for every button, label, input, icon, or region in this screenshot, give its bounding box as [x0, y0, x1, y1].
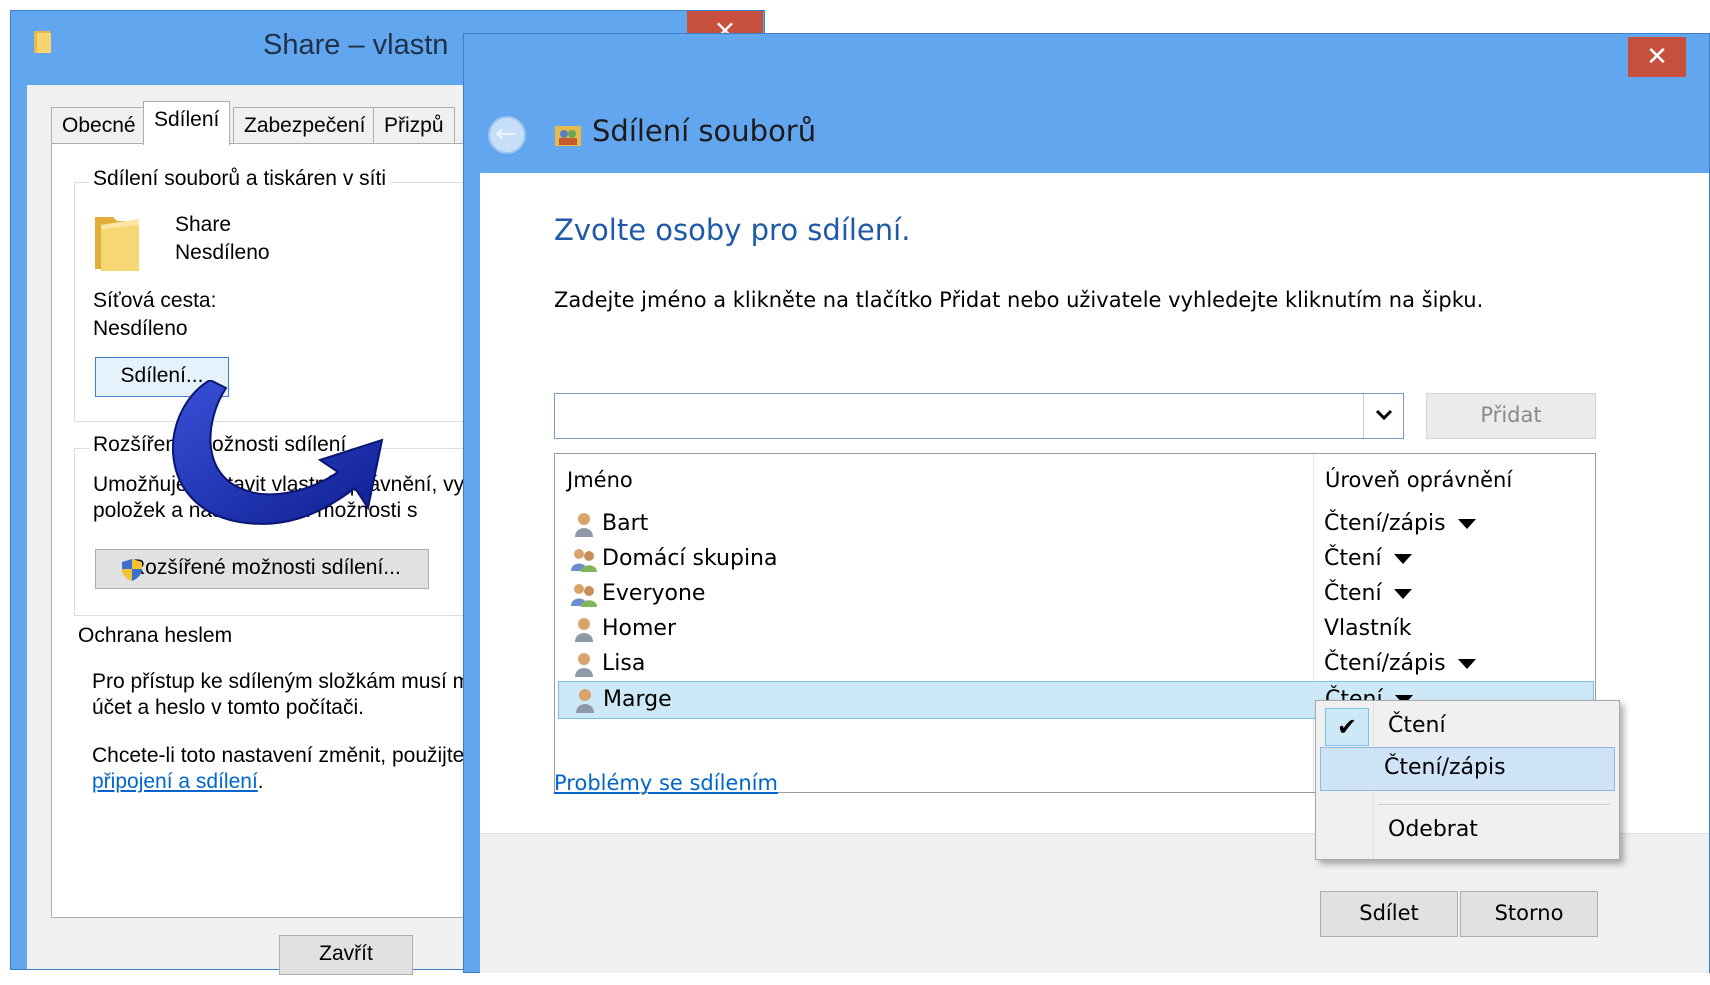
permission-label: Vlastník	[1324, 616, 1412, 641]
user-icon	[576, 689, 594, 713]
share-button[interactable]: Sdílet	[1320, 891, 1458, 937]
close-properties-button[interactable]: Zavřít	[279, 935, 413, 975]
dialog-title: Sdílení souborů	[592, 114, 817, 148]
tab-security[interactable]: Zabezpečení	[233, 107, 377, 143]
list-row-4[interactable]: Homer Vlastník	[558, 611, 1594, 649]
network-sharing-center-link[interactable]: připojení a sdílení	[92, 770, 258, 793]
link-suffix: .	[257, 770, 264, 793]
user-icon	[575, 513, 593, 537]
user-name: Lisa	[602, 651, 646, 676]
list-row-5[interactable]: Lisa Čtení/zápis	[558, 646, 1594, 684]
window-title: Share – vlastn	[263, 29, 449, 61]
permission-level[interactable]: Čtení/zápis	[1324, 511, 1476, 536]
permission-level: Vlastník	[1324, 616, 1412, 641]
curved-arrow-icon	[172, 380, 384, 525]
dropdown-triangle-icon[interactable]	[1457, 659, 1476, 669]
group-title: Ochrana heslem	[74, 624, 237, 648]
permission-label: Čtení/zápis	[1324, 511, 1446, 536]
checkmark-icon: ✔	[1325, 708, 1369, 746]
permission-level[interactable]: Čtení	[1324, 546, 1412, 571]
user-name: Everyone	[602, 581, 706, 606]
tab-general[interactable]: Obecné	[51, 107, 147, 143]
dialog-heading: Zvolte osoby pro sdílení.	[554, 213, 911, 247]
add-button[interactable]: Přidat	[1426, 393, 1596, 439]
list-row-2[interactable]: Domácí skupina Čtení	[558, 541, 1594, 579]
dropdown-triangle-icon[interactable]	[1393, 589, 1412, 599]
folder-large-icon	[95, 217, 139, 271]
sharing-wizard-icon	[555, 126, 581, 146]
user-name: Marge	[603, 687, 672, 712]
user-icon	[575, 618, 593, 642]
column-header-name[interactable]: Jméno	[555, 454, 645, 506]
close-button[interactable]: ✕	[1628, 37, 1686, 77]
network-path-value: Nesdíleno	[93, 317, 188, 340]
tab-sharing[interactable]: Sdílení	[143, 101, 231, 145]
list-row-3[interactable]: Everyone Čtení	[558, 576, 1594, 614]
menu-item-read-write[interactable]: Čtení/zápis	[1320, 747, 1615, 791]
password-text-line1: Pro přístup ke sdíleným složkám musí m	[92, 670, 471, 693]
column-header-permission[interactable]: Úroveň oprávnění	[1313, 454, 1524, 506]
name-combobox[interactable]	[554, 393, 1404, 439]
permission-label: Čtení/zápis	[1324, 651, 1446, 676]
menu-item-label: Odebrat	[1388, 817, 1478, 842]
chevron-down-icon	[1375, 409, 1393, 421]
password-text-line2: účet a heslo v tomto počítači.	[92, 696, 364, 719]
instruction-text: Zadejte jméno a klikněte na tlačítko Při…	[554, 288, 1484, 312]
menu-item-remove[interactable]: Odebrat	[1320, 809, 1615, 853]
user-name: Homer	[602, 616, 677, 641]
sharing-problems-link[interactable]: Problémy se sdílením	[554, 771, 778, 795]
dropdown-triangle-icon[interactable]	[1393, 554, 1412, 564]
combobox-dropdown-button[interactable]	[1363, 394, 1403, 438]
permission-label: Čtení	[1324, 581, 1382, 606]
cancel-button[interactable]: Storno	[1460, 891, 1598, 937]
user-icon	[575, 653, 593, 677]
menu-item-label: Čtení	[1388, 713, 1446, 738]
network-sharing-center-link-row: připojení a sdílení.	[92, 770, 264, 794]
menu-item-label: Čtení/zápis	[1384, 755, 1506, 780]
menu-separator	[1378, 804, 1611, 805]
permission-label: Čtení	[1324, 546, 1382, 571]
permission-level[interactable]: Čtení/zápis	[1324, 651, 1476, 676]
group-title: Sdílení souborů a tiskáren v síti	[89, 167, 390, 191]
list-row-1[interactable]: Bart Čtení/zápis	[558, 506, 1594, 544]
menu-item-read[interactable]: ✔ Čtení	[1320, 705, 1615, 749]
back-arrow-icon[interactable]	[488, 116, 526, 154]
group-icon	[571, 584, 597, 607]
network-path-label: Síťová cesta:	[93, 289, 217, 312]
uac-shield-icon	[122, 559, 142, 581]
dropdown-triangle-icon[interactable]	[1457, 519, 1476, 529]
folder-icon	[34, 31, 51, 53]
password-text-line3: Chcete-li toto nastavení změnit, použijt…	[92, 744, 465, 767]
user-name: Domácí skupina	[602, 546, 778, 571]
permission-level[interactable]: Čtení	[1324, 581, 1412, 606]
folder-name: Share	[175, 213, 232, 236]
permission-menu: ✔ Čtení Čtení/zápis Odebrat	[1315, 700, 1620, 860]
group-icon	[571, 549, 597, 572]
tab-customize[interactable]: Přizpů	[373, 107, 455, 143]
user-name: Bart	[602, 511, 649, 536]
folder-status: Nesdíleno	[175, 241, 270, 264]
